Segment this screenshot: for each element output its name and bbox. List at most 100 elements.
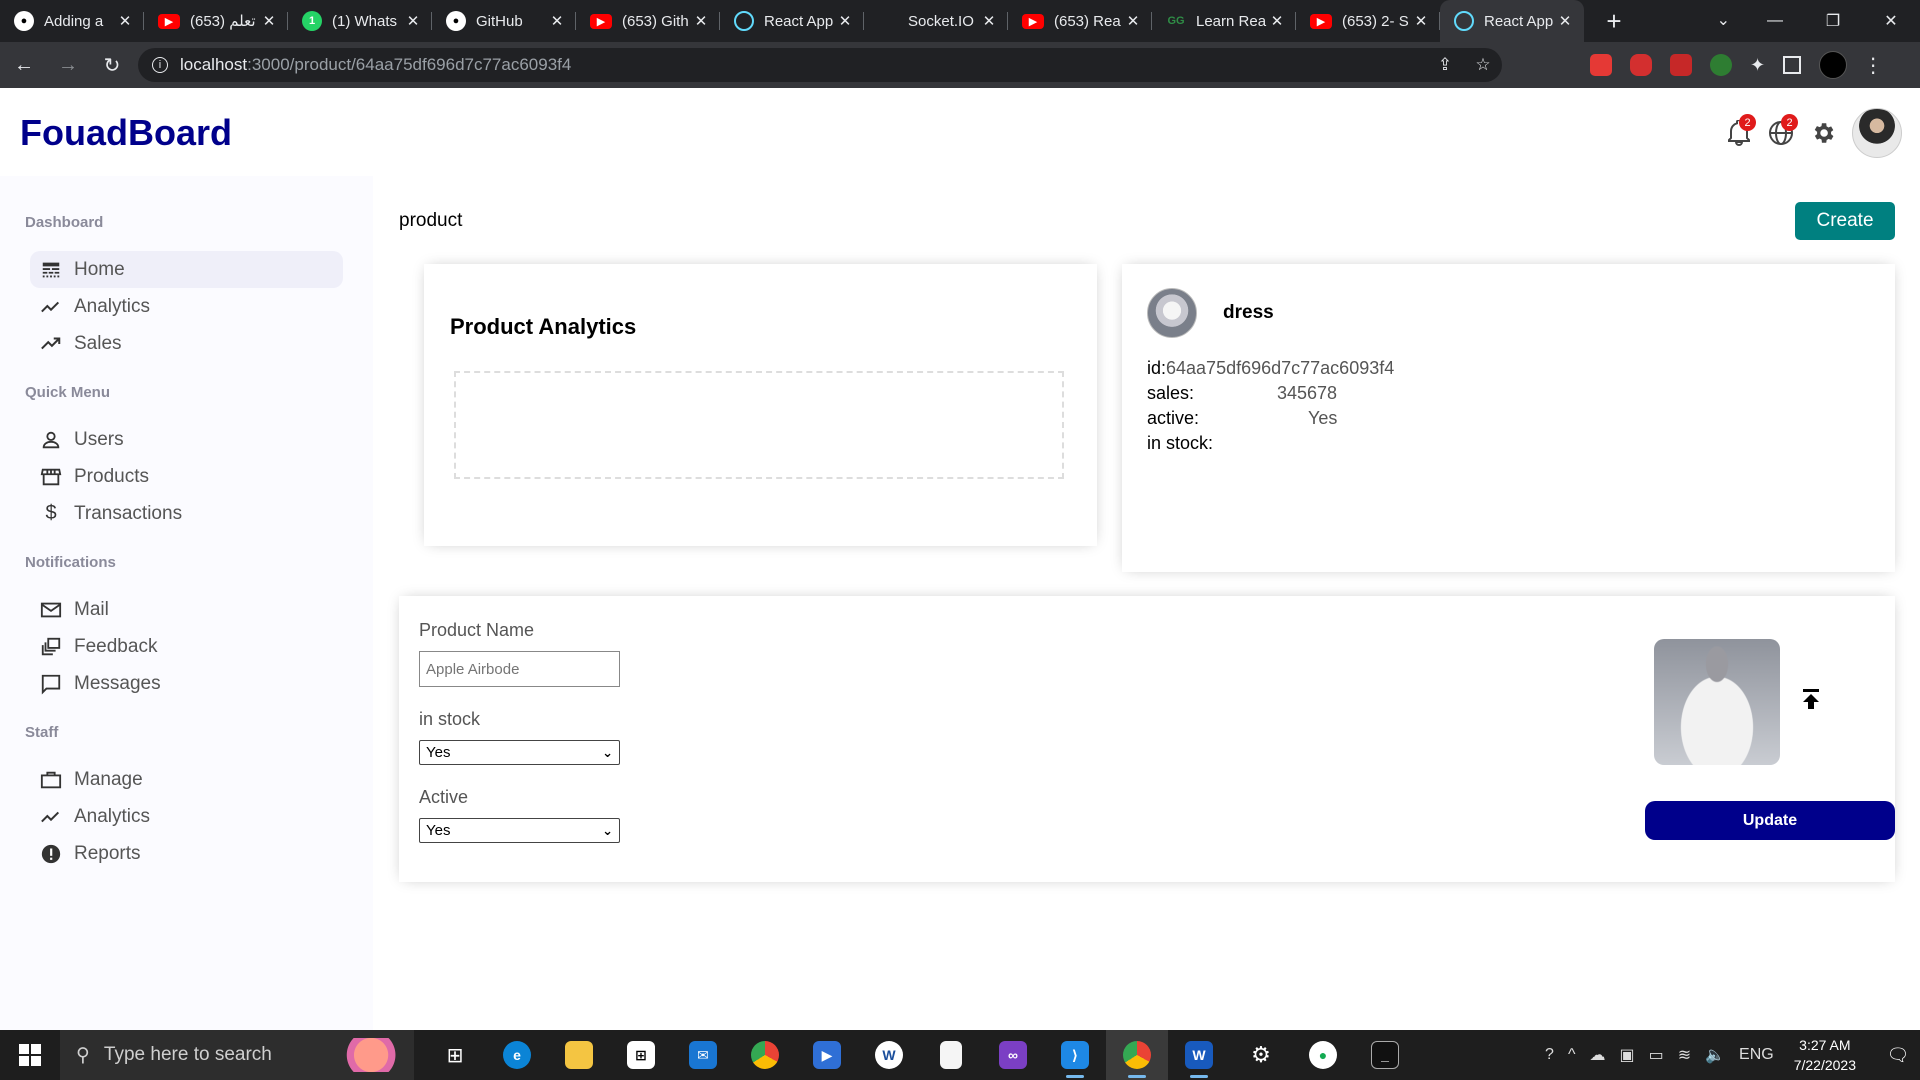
input-language[interactable]: ENG: [1739, 1046, 1774, 1064]
product-name-input[interactable]: [419, 651, 620, 687]
close-tab-icon[interactable]: ✕: [692, 12, 710, 30]
browser-tab[interactable]: ▶ تعلم (653) ✕: [144, 0, 288, 42]
in-stock-select[interactable]: Yes ⌄: [419, 740, 620, 765]
power-automate-icon[interactable]: ▶: [796, 1030, 858, 1080]
address-bar[interactable]: i localhost:3000/product/64aa75df696d7c7…: [138, 48, 1502, 82]
close-tab-icon[interactable]: ✕: [836, 12, 854, 30]
app-logo[interactable]: FouadBoard: [20, 112, 232, 154]
sidebar-section-title: Quick Menu: [25, 384, 111, 401]
chevron-down-icon: ⌄: [602, 822, 613, 838]
language-globe-icon[interactable]: 2: [1760, 112, 1802, 154]
help-icon[interactable]: ?: [1545, 1046, 1554, 1064]
close-tab-icon[interactable]: ✕: [404, 12, 422, 30]
tab-search-chevron-icon[interactable]: ⌄: [1717, 10, 1730, 30]
user-avatar[interactable]: [1852, 108, 1902, 158]
windows-start-icon[interactable]: [0, 1030, 60, 1080]
youtube-extension-icon[interactable]: [1630, 54, 1652, 76]
sidebar-item-feedback[interactable]: Feedback: [30, 628, 343, 665]
show-hidden-icons-chevron-icon[interactable]: ^: [1568, 1046, 1576, 1064]
settings-gear-icon[interactable]: [1802, 112, 1844, 154]
restore-icon[interactable]: ❐: [1804, 0, 1862, 42]
sidebar-item-sales[interactable]: Sales: [30, 325, 343, 362]
active-select[interactable]: Yes ⌄: [419, 818, 620, 843]
close-tab-icon[interactable]: ✕: [980, 12, 998, 30]
chrome-active-icon[interactable]: [1106, 1030, 1168, 1080]
browser-tab[interactable]: ● Adding a ✕: [0, 0, 144, 42]
meet-now-icon[interactable]: ▣: [1619, 1045, 1634, 1065]
sidebar-item-analytics[interactable]: Analytics: [30, 288, 343, 325]
minimize-icon[interactable]: —: [1746, 0, 1804, 42]
wifi-icon[interactable]: ≋: [1678, 1045, 1691, 1065]
taskbar-search[interactable]: ⚲ Type here to search: [60, 1030, 414, 1080]
microsoft-store-icon[interactable]: ⊞: [610, 1030, 672, 1080]
puzzle-extensions-icon[interactable]: ✦: [1750, 55, 1765, 76]
word-icon[interactable]: W: [1168, 1030, 1230, 1080]
browser-tab[interactable]: ● GitHub ✕: [432, 0, 576, 42]
notifications-bell-icon[interactable]: 2: [1718, 112, 1760, 154]
browser-tab[interactable]: ▶ (653) 2- S ✕: [1296, 0, 1440, 42]
blank-favicon-icon: [878, 11, 898, 31]
reload-icon[interactable]: ↻: [92, 45, 132, 85]
close-tab-icon[interactable]: ✕: [1412, 12, 1430, 30]
bookmark-star-icon[interactable]: ☆: [1464, 55, 1502, 75]
onedrive-icon[interactable]: ☁: [1589, 1045, 1605, 1065]
browser-tab[interactable]: GG Learn Rea ✕: [1152, 0, 1296, 42]
chrome-icon[interactable]: [734, 1030, 796, 1080]
mail-app-icon[interactable]: ✉: [672, 1030, 734, 1080]
battery-icon[interactable]: ▭: [1649, 1045, 1664, 1065]
vscode-icon[interactable]: ⟩: [1044, 1030, 1106, 1080]
forward-arrow-icon[interactable]: →: [48, 45, 88, 85]
back-arrow-icon[interactable]: ←: [4, 45, 44, 85]
visual-studio-icon[interactable]: ∞: [982, 1030, 1044, 1080]
browser-tab[interactable]: Socket.IO ✕: [864, 0, 1008, 42]
browser-profile-avatar[interactable]: [1819, 51, 1848, 79]
sidebar-item-products[interactable]: Products: [30, 458, 343, 495]
browser-tab[interactable]: 1 (1) Whats ✕: [288, 0, 432, 42]
sidebar-section-dashboard: Dashboard Home Analytics Sales: [0, 214, 373, 362]
sidebar-item-mail[interactable]: Mail: [30, 591, 343, 628]
close-tab-icon[interactable]: ✕: [1556, 12, 1574, 30]
mongodb-compass-icon[interactable]: ●: [1292, 1030, 1354, 1080]
window-close-icon[interactable]: ✕: [1862, 0, 1920, 42]
sidebar-item-staff-analytics[interactable]: Analytics: [30, 798, 343, 835]
close-tab-icon[interactable]: ✕: [1268, 12, 1286, 30]
file-explorer-icon[interactable]: [548, 1030, 610, 1080]
extension-icon[interactable]: [1670, 54, 1692, 76]
info-row-id: id: 64aa75df696d7c77ac6093f4: [1147, 356, 1870, 381]
site-info-icon[interactable]: i: [152, 57, 168, 73]
github-icon: ●: [14, 11, 34, 31]
sidebar-item-home[interactable]: Home: [30, 251, 343, 288]
notepad-icon[interactable]: [920, 1030, 982, 1080]
react-icon: [1454, 11, 1474, 31]
browser-tab[interactable]: ▶ (653) Rea ✕: [1008, 0, 1152, 42]
extension-icon[interactable]: [1710, 54, 1732, 76]
edge-browser-icon[interactable]: e: [486, 1030, 548, 1080]
new-tab-plus-icon[interactable]: +: [1598, 6, 1630, 37]
update-button[interactable]: Update: [1645, 801, 1895, 840]
close-tab-icon[interactable]: ✕: [1124, 12, 1142, 30]
task-view-icon[interactable]: ⊞: [424, 1030, 486, 1080]
browser-menu-icon[interactable]: ⋮: [1863, 53, 1883, 78]
sidebar-item-messages[interactable]: Messages: [30, 665, 343, 702]
extension-icon[interactable]: [1590, 54, 1612, 76]
side-panel-icon[interactable]: [1783, 56, 1802, 74]
app-w-icon[interactable]: W: [858, 1030, 920, 1080]
sidebar-item-transactions[interactable]: $ Transactions: [30, 495, 343, 532]
taskbar-clock[interactable]: 3:27 AM 7/22/2023: [1794, 1035, 1856, 1075]
terminal-icon[interactable]: _: [1354, 1030, 1416, 1080]
upload-icon[interactable]: [1799, 684, 1823, 714]
browser-tab[interactable]: React App ✕: [720, 0, 864, 42]
notification-center-icon[interactable]: 🗨: [1876, 1045, 1920, 1066]
volume-icon[interactable]: 🔈: [1705, 1045, 1725, 1065]
sidebar-item-manage[interactable]: Manage: [30, 761, 343, 798]
browser-tab-active[interactable]: React App ✕: [1440, 0, 1584, 42]
close-tab-icon[interactable]: ✕: [116, 12, 134, 30]
sidebar-item-reports[interactable]: Reports: [30, 835, 343, 872]
close-tab-icon[interactable]: ✕: [548, 12, 566, 30]
sidebar-item-users[interactable]: Users: [30, 421, 343, 458]
create-button[interactable]: Create: [1795, 202, 1895, 240]
settings-app-icon[interactable]: ⚙: [1230, 1030, 1292, 1080]
close-tab-icon[interactable]: ✕: [260, 12, 278, 30]
browser-tab[interactable]: ▶ (653) Gith ✕: [576, 0, 720, 42]
share-icon[interactable]: ⇪: [1426, 55, 1464, 75]
